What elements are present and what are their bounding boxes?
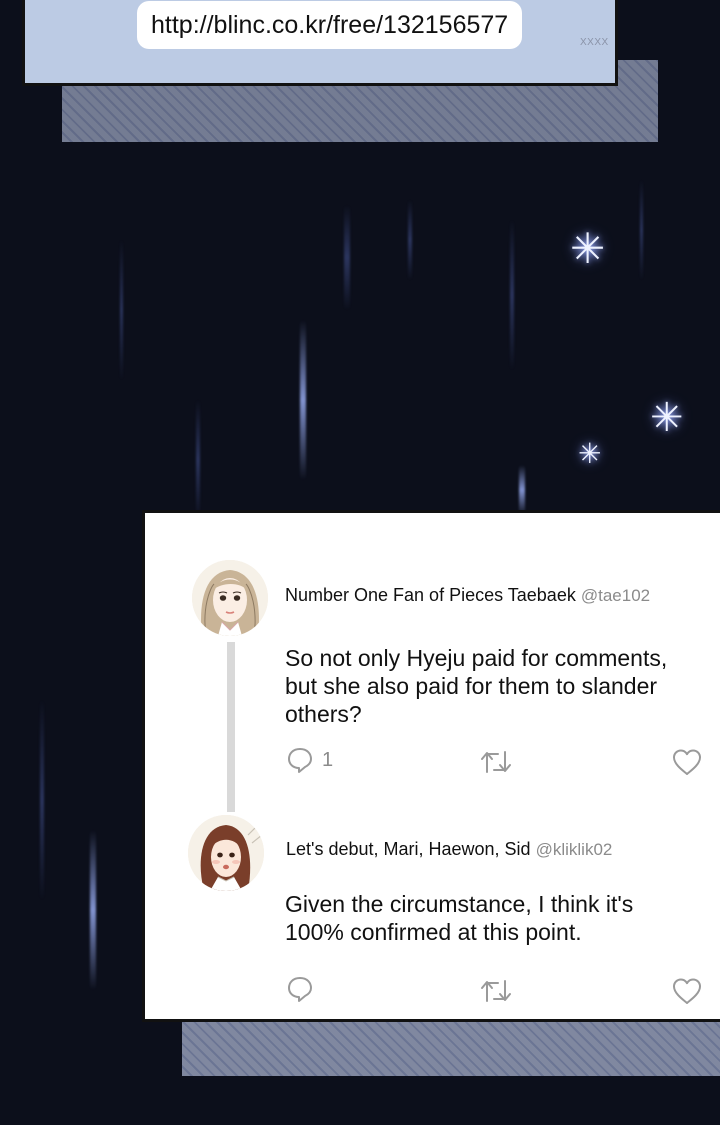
heart-icon (673, 749, 701, 775)
reply-count: 1 (322, 748, 334, 771)
rain-streak (344, 205, 350, 310)
retweet-button[interactable] (480, 748, 512, 776)
avatar[interactable] (192, 560, 268, 636)
rain-streak (510, 220, 514, 370)
comment-author-line: Let's debut, Mari, Haewon, Sid @kliklik0… (286, 839, 612, 860)
rain-streak (519, 465, 525, 515)
retweet-icon (481, 751, 511, 773)
author-name[interactable]: Let's debut, Mari, Haewon, Sid (286, 839, 531, 859)
rain-streak (196, 400, 200, 520)
rain-streak (408, 200, 412, 280)
avatar-woman-long-hair (192, 560, 268, 636)
message-timestamp: XXXX (580, 37, 609, 48)
author-handle[interactable]: @tae102 (581, 586, 650, 605)
reply-button[interactable]: 1 (286, 746, 333, 774)
author-handle[interactable]: @kliklik02 (536, 840, 613, 859)
like-button[interactable] (672, 977, 702, 1005)
heart-icon (673, 978, 701, 1004)
rain-streak (640, 180, 643, 280)
rain-streak (90, 830, 96, 990)
speech-bubble-icon (288, 748, 312, 773)
sparkle-icon: ✳ (650, 396, 684, 440)
sparkle-icon: ✳ (578, 438, 602, 469)
panel-shadow (182, 1016, 720, 1076)
comment-text: So not only Hyeju paid for comments, but… (285, 645, 668, 727)
author-name[interactable]: Number One Fan of Pieces Taebaek (285, 585, 576, 605)
sparkle-icon: ✳ (570, 225, 606, 272)
rain-streak (300, 320, 306, 480)
url-message-bubble[interactable]: http://blinc.co.kr/free/132156577 (137, 1, 523, 49)
rain-streak (120, 240, 123, 380)
reply-button[interactable] (286, 975, 322, 1003)
speech-bubble-icon (288, 977, 312, 1002)
comment-author-line: Number One Fan of Pieces Taebaek @tae102 (285, 585, 650, 606)
url-link[interactable]: http://blinc.co.kr/free/132156577 (151, 11, 508, 40)
chat-panel: http://blinc.co.kr/free/132156577 XXXX (22, 0, 618, 86)
rain-streak (40, 700, 44, 900)
retweet-icon (481, 980, 511, 1002)
avatar-woman-brown-hair (188, 815, 264, 891)
comment-text: Given the circumstance, I think it's 100… (285, 891, 634, 945)
like-button[interactable] (672, 748, 702, 776)
retweet-button[interactable] (480, 977, 512, 1005)
thread-connector-line (227, 642, 235, 812)
avatar[interactable] (188, 815, 264, 891)
